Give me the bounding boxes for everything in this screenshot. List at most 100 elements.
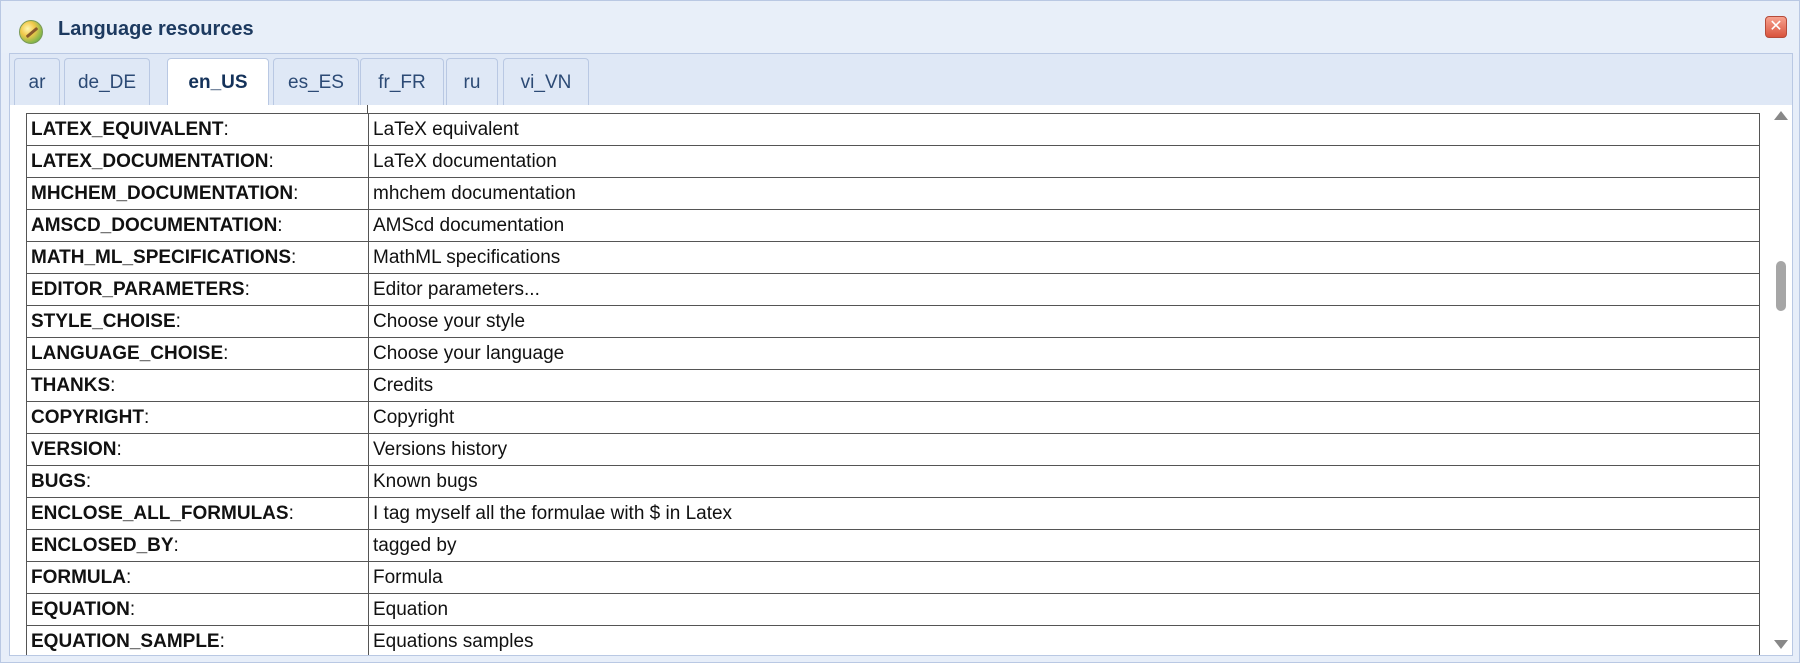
- table-row: EDITOR_PARAMETERS: Editor parameters...: [26, 273, 1760, 306]
- resource-value[interactable]: Choose your language: [368, 337, 1760, 370]
- resource-key-cell: LANGUAGE_CHOISE:: [26, 337, 369, 370]
- resource-value[interactable]: Choose your style: [368, 305, 1760, 338]
- table-row: EQUATION: Equation: [26, 593, 1760, 626]
- tab-es-es[interactable]: es_ES: [273, 58, 359, 106]
- table-row: MATH_ML_SPECIFICATIONS: MathML specifica…: [26, 241, 1760, 274]
- resource-value[interactable]: I tag myself all the formulae with $ in …: [368, 497, 1760, 530]
- resource-value[interactable]: Equations samples: [368, 625, 1760, 655]
- app-logo-icon: [19, 20, 43, 44]
- scroll-down-arrow-icon[interactable]: [1774, 640, 1788, 649]
- table-row: THANKS: Credits: [26, 369, 1760, 402]
- key-separator: :: [173, 534, 179, 556]
- resource-key-cell: AMSCD_DOCUMENTATION:: [26, 209, 369, 242]
- table-row: LANGUAGE_CHOISE: Choose your language: [26, 337, 1760, 370]
- resource-key-cell: FORMULA:: [26, 561, 369, 594]
- resources-table-container: LATEX_EQUIVALENT: LaTeX equivalent LATEX…: [26, 105, 1760, 655]
- key-separator: :: [223, 118, 229, 140]
- key-separator: :: [293, 182, 299, 204]
- resource-key-cell: MHCHEM_DOCUMENTATION:: [26, 177, 369, 210]
- table-row: ENCLOSE_ALL_FORMULAS: I tag myself all t…: [26, 497, 1760, 530]
- table-row: LATEX_DOCUMENTATION: LaTeX documentation: [26, 145, 1760, 178]
- resource-key-cell: EQUATION_SAMPLE:: [26, 625, 369, 655]
- resource-value[interactable]: AMScd documentation: [368, 209, 1760, 242]
- resources-table: LATEX_EQUIVALENT: LaTeX equivalent LATEX…: [26, 113, 1760, 655]
- table-row: AMSCD_DOCUMENTATION: AMScd documentation: [26, 209, 1760, 242]
- resource-value[interactable]: Equation: [368, 593, 1760, 626]
- resource-key-cell: THANKS:: [26, 369, 369, 402]
- resource-key: MHCHEM_DOCUMENTATION: [31, 182, 294, 204]
- resource-key: EQUATION: [31, 598, 130, 620]
- resource-key: AMSCD_DOCUMENTATION: [31, 214, 278, 236]
- key-separator: :: [288, 502, 294, 524]
- resource-key: EQUATION_SAMPLE: [31, 630, 220, 652]
- key-separator: :: [129, 598, 136, 620]
- key-separator: :: [110, 374, 116, 396]
- resource-key-cell: VERSION:: [26, 433, 369, 466]
- resource-key: LATEX_DOCUMENTATION: [31, 150, 269, 172]
- window-title: Language resources: [58, 18, 254, 40]
- resource-key: THANKS: [31, 374, 111, 396]
- resource-key: ENCLOSED_BY: [31, 534, 174, 556]
- resource-key-cell: EDITOR_PARAMETERS:: [26, 273, 369, 306]
- resource-key-cell: ENCLOSED_BY:: [26, 529, 369, 562]
- key-separator: :: [125, 566, 132, 588]
- key-separator: :: [223, 342, 229, 364]
- vertical-scrollbar[interactable]: [1771, 105, 1789, 655]
- resource-key: VERSION: [31, 438, 117, 460]
- resource-key: EDITOR_PARAMETERS: [31, 278, 245, 300]
- table-row: COPYRIGHT: Copyright: [26, 401, 1760, 434]
- resource-key: MATH_ML_SPECIFICATIONS: [31, 246, 292, 268]
- title-bar[interactable]: Language resources ✕: [1, 1, 1799, 53]
- table-row: EQUATION_SAMPLE: Equations samples: [26, 625, 1760, 655]
- key-separator: :: [268, 150, 274, 172]
- language-resources-window: Language resources ✕ ar de_DE en_US es_E…: [0, 0, 1800, 663]
- tab-ru[interactable]: ru: [446, 58, 498, 106]
- resource-value[interactable]: LaTeX documentation: [368, 145, 1760, 178]
- resource-key: STYLE_CHOISE: [31, 310, 176, 332]
- key-separator: :: [116, 438, 122, 460]
- key-separator: :: [85, 470, 92, 492]
- tab-de-de[interactable]: de_DE: [64, 58, 150, 106]
- table-row: FORMULA: Formula: [26, 561, 1760, 594]
- resource-value[interactable]: Credits: [368, 369, 1760, 402]
- close-button[interactable]: ✕: [1765, 16, 1787, 38]
- resources-panel: LATEX_EQUIVALENT: LaTeX equivalent LATEX…: [9, 105, 1793, 656]
- resource-value[interactable]: LaTeX equivalent: [368, 113, 1760, 146]
- table-row: LATEX_EQUIVALENT: LaTeX equivalent: [26, 113, 1760, 146]
- tab-vi-vn[interactable]: vi_VN: [503, 58, 589, 106]
- scroll-up-arrow-icon[interactable]: [1774, 111, 1788, 120]
- key-separator: :: [175, 310, 181, 332]
- resource-key-cell: COPYRIGHT:: [26, 401, 369, 434]
- resource-key-cell: STYLE_CHOISE:: [26, 305, 369, 338]
- resource-value[interactable]: MathML specifications: [368, 241, 1760, 274]
- resource-value[interactable]: Known bugs: [368, 465, 1760, 498]
- resource-key-cell: MATH_ML_SPECIFICATIONS:: [26, 241, 369, 274]
- resource-key: COPYRIGHT: [31, 406, 144, 428]
- key-separator: :: [291, 246, 297, 268]
- key-separator: :: [219, 630, 225, 652]
- resource-key: ENCLOSE_ALL_FORMULAS: [31, 502, 289, 524]
- resource-key-cell: ENCLOSE_ALL_FORMULAS:: [26, 497, 369, 530]
- resource-value[interactable]: tagged by: [368, 529, 1760, 562]
- resource-value[interactable]: Formula: [368, 561, 1760, 594]
- scrollbar-thumb[interactable]: [1776, 261, 1786, 311]
- resource-value[interactable]: mhchem documentation: [368, 177, 1760, 210]
- table-row: VERSION: Versions history: [26, 433, 1760, 466]
- tab-ar[interactable]: ar: [14, 58, 60, 106]
- resource-key: FORMULA: [31, 566, 126, 588]
- resource-key-cell: EQUATION:: [26, 593, 369, 626]
- table-row: STYLE_CHOISE: Choose your style: [26, 305, 1760, 338]
- resource-key-cell: LATEX_EQUIVALENT:: [26, 113, 369, 146]
- resource-key: LANGUAGE_CHOISE: [31, 342, 224, 364]
- resource-value[interactable]: Copyright: [368, 401, 1760, 434]
- resource-key-cell: LATEX_DOCUMENTATION:: [26, 145, 369, 178]
- resource-key: LATEX_EQUIVALENT: [31, 118, 224, 140]
- key-separator: :: [277, 214, 283, 236]
- resource-value[interactable]: Editor parameters...: [368, 273, 1760, 306]
- language-tabs: ar de_DE en_US es_ES fr_FR ru vi_VN: [9, 53, 1793, 107]
- resource-value[interactable]: Versions history: [368, 433, 1760, 466]
- table-row: BUGS: Known bugs: [26, 465, 1760, 498]
- tab-en-us[interactable]: en_US: [167, 58, 269, 107]
- tab-fr-fr[interactable]: fr_FR: [360, 58, 444, 106]
- table-row: MHCHEM_DOCUMENTATION: mhchem documentati…: [26, 177, 1760, 210]
